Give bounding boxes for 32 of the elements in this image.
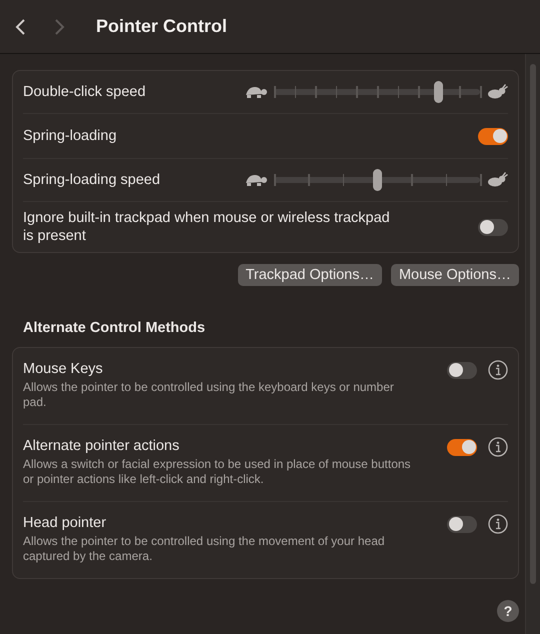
info-icon[interactable] (488, 514, 508, 534)
setting-description: Allows the pointer to be controlled using the movement of your head captured by the camera. (23, 534, 386, 564)
help-button[interactable]: ? (497, 600, 519, 622)
info-icon[interactable] (488, 360, 508, 380)
toggle-switch[interactable] (478, 218, 508, 236)
setting-label: Ignore built-in trackpad when mouse or wireless trackpad is present (23, 209, 391, 245)
slider-thumb[interactable] (434, 81, 444, 103)
turtle-icon (244, 85, 268, 99)
toggle-switch[interactable] (447, 362, 477, 378)
toggle-switch[interactable] (447, 516, 477, 532)
rabbit-icon (486, 84, 508, 100)
options-button[interactable]: Mouse Options… (390, 264, 519, 286)
setting-label: Spring-loading speed (23, 171, 160, 189)
toggle-switch[interactable] (478, 128, 508, 144)
slider-track[interactable] (274, 81, 480, 103)
section-heading: Alternate Control Methods (23, 320, 206, 336)
setting-label: Head pointer (23, 514, 108, 532)
setting-label: Alternate pointer actions (23, 437, 180, 455)
options-button[interactable]: Trackpad Options… (238, 264, 382, 286)
setting-description: Allows the pointer to be controlled using the keyboard keys or number pad. (23, 380, 395, 410)
slider-track[interactable] (274, 169, 480, 191)
window-title: Pointer Control (96, 16, 227, 37)
setting-label: Double-click speed (23, 83, 146, 101)
setting-label: Spring-loading (23, 127, 117, 145)
setting-label: Mouse Keys (23, 360, 104, 378)
toggle-switch[interactable] (447, 438, 477, 456)
setting-description: Allows a switch or facial expression to be used in place of mouse buttons or pointer actions like left-click and right-click. (23, 457, 412, 487)
rabbit-icon (486, 172, 508, 188)
slider-thumb[interactable] (372, 169, 382, 191)
turtle-icon (244, 173, 268, 187)
scrollbar[interactable] (530, 64, 536, 584)
info-icon[interactable] (488, 437, 508, 457)
